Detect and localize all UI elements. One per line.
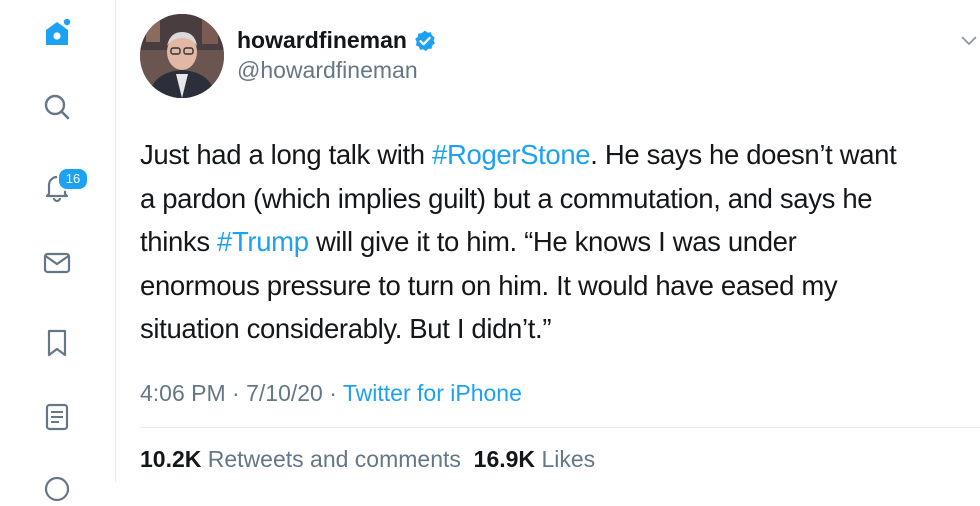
tweet-text-segment: Just had a long talk with	[140, 139, 433, 170]
notifications-badge: 16	[57, 167, 89, 191]
tweet-text-line: a pardon (which implies guilt) but a com…	[140, 177, 975, 221]
tweet-text-segment: enormous pressure to turn on him. It wou…	[140, 269, 838, 301]
tweet-text-segment: thinks	[140, 226, 218, 257]
chevron-down-icon[interactable]	[960, 34, 978, 48]
search-icon[interactable]	[40, 90, 74, 124]
tweet-text-line: situation considerably. But I didn’t.”	[140, 307, 975, 351]
separator: ·	[322, 380, 343, 406]
retweets-label: Retweets and comments	[207, 446, 461, 472]
tweet-text-line: thinks #Trump will give it to him. “He k…	[140, 220, 975, 264]
likes-label: Likes	[541, 446, 596, 472]
separator: ·	[225, 380, 247, 406]
retweets-stat[interactable]: 10.2K Retweets and comments	[140, 446, 461, 472]
profile-icon[interactable]	[40, 472, 74, 506]
author-name-text: howardfineman	[237, 27, 407, 53]
hashtag-link[interactable]: #RogerStone	[432, 139, 591, 170]
sidebar-nav: 16	[0, 0, 116, 502]
tweet-text-segment: situation considerably. But I didn’t.”	[140, 313, 552, 344]
tweet-text-line: enormous pressure to turn on him. It wou…	[140, 264, 975, 308]
hashtag-link[interactable]: #Trump	[217, 226, 309, 257]
tweet-text-segment: will give it to him. “He knows I was und…	[308, 226, 797, 257]
avatar[interactable]	[140, 14, 224, 98]
tweet-text: Just had a long talk with #RogerStone. H…	[140, 133, 975, 351]
tweet-meta: 4:06 PM · 7/10/20 · Twitter for iPhone	[140, 380, 522, 407]
likes-count: 16.9K	[473, 446, 536, 472]
tweet-text-segment: . He says he doesn’t want	[590, 139, 897, 170]
bookmarks-icon[interactable]	[40, 326, 74, 360]
author-handle[interactable]: @howardfineman	[237, 57, 418, 84]
tweet-date[interactable]: 7/10/20	[246, 380, 323, 406]
tweet-source[interactable]: Twitter for iPhone	[343, 380, 522, 406]
retweets-count: 10.2K	[140, 446, 202, 472]
home-icon[interactable]	[40, 16, 74, 50]
tweet-text-segment: a pardon (which implies guilt) but a com…	[140, 182, 873, 214]
verified-badge-icon	[415, 30, 435, 51]
lists-icon[interactable]	[40, 400, 74, 434]
tweet-time[interactable]: 4:06 PM	[140, 380, 226, 406]
divider	[140, 427, 980, 428]
messages-icon[interactable]	[40, 246, 74, 280]
tweet-text-line: Just had a long talk with #RogerStone. H…	[140, 133, 975, 177]
author-display-name[interactable]: howardfineman	[237, 27, 437, 54]
likes-stat[interactable]: 16.9K Likes	[474, 446, 595, 472]
tweet-stats: 10.2K Retweets and comments 16.9K Likes	[140, 446, 595, 473]
